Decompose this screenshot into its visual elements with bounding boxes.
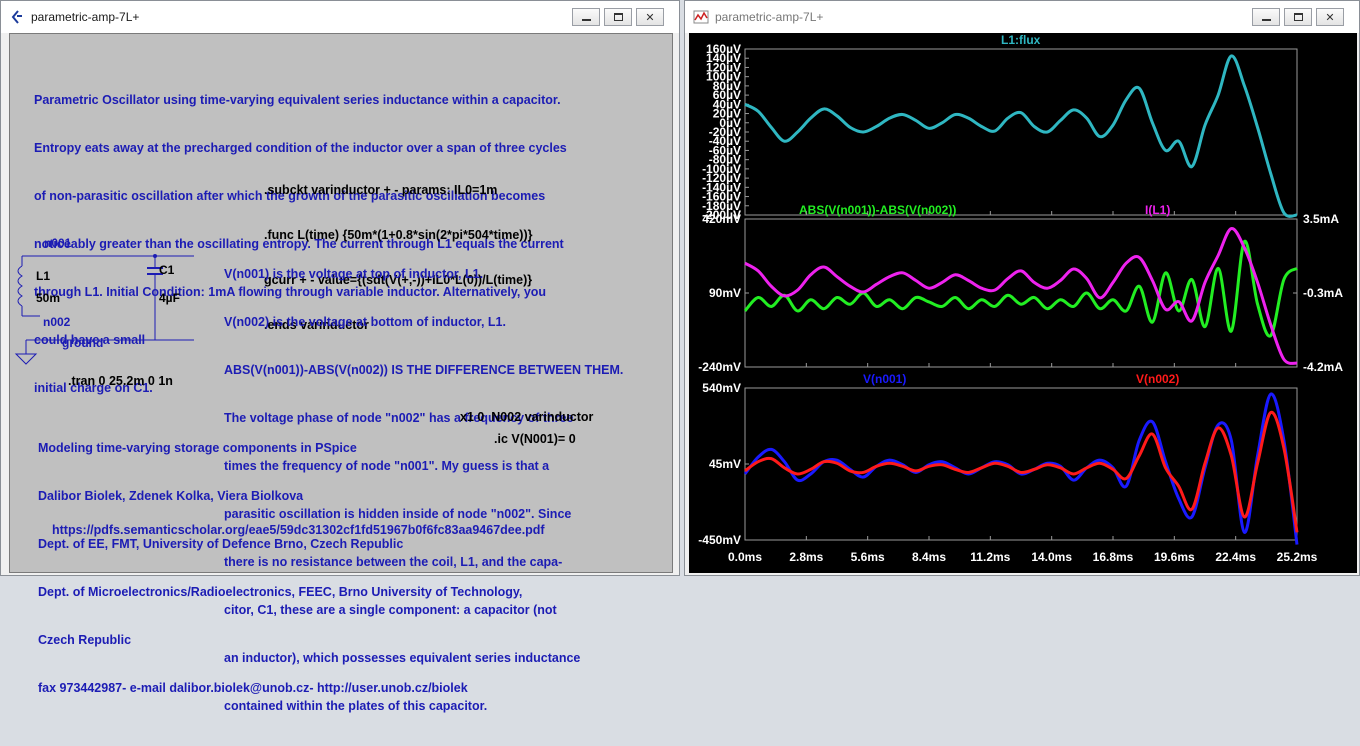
pane-2-frame[interactable]	[744, 218, 1298, 368]
capacitor-value[interactable]: 4µF	[159, 291, 180, 305]
pane-3-frame[interactable]	[744, 387, 1298, 541]
explanation-line: ABS(V(n001))-ABS(V(n002)) IS THE DIFFERE…	[224, 363, 624, 377]
pane-3-trace-1-label[interactable]: V(n001)	[863, 372, 906, 386]
x-tick-label: 16.8ms	[1093, 550, 1134, 564]
x-tick-label: 22.4ms	[1215, 550, 1256, 564]
waveform-window: parametric-amp-7L+ ✕ L1:flux ABS(V(n001)…	[684, 0, 1360, 576]
y-tick-label: 420mV	[702, 212, 741, 226]
paper-url: https://pdfs.semanticscholar.org/eae5/59…	[52, 523, 545, 537]
x-tick-label: 0.0ms	[728, 550, 762, 564]
minimize-icon	[1261, 18, 1271, 21]
x-tick-label: 5.6ms	[851, 550, 885, 564]
waveform-window-controls: ✕	[1252, 8, 1344, 26]
credits-line: Dalibor Biolek, Zdenek Kolka, Viera Biol…	[38, 489, 304, 503]
junction-dot	[153, 254, 157, 258]
y-tick-label: 3.5mA	[1303, 212, 1339, 226]
schematic-title: parametric-amp-7L+	[31, 10, 140, 24]
restore-icon	[1293, 13, 1303, 21]
x-tick-label: 11.2ms	[970, 550, 1010, 564]
inductor-name[interactable]: L1	[36, 269, 50, 283]
schematic-titlebar[interactable]: parametric-amp-7L+ ✕	[1, 1, 679, 33]
label-ground[interactable]: ground	[62, 336, 103, 350]
waveform-plot[interactable]: L1:flux ABS(V(n001))-ABS(V(n002)) I(L1) …	[689, 33, 1357, 573]
y-tick-label: -0.3mA	[1303, 286, 1343, 300]
waveform-canvas[interactable]: L1:flux ABS(V(n001))-ABS(V(n002)) I(L1) …	[689, 33, 1357, 573]
y-tick-label: 540mV	[702, 381, 741, 395]
ground-icon[interactable]	[14, 353, 38, 365]
close-button[interactable]: ✕	[636, 8, 664, 26]
y-tick-label: -450mV	[698, 533, 741, 547]
description-line: Parametric Oscillator using time-varying…	[34, 93, 561, 107]
maximize-button[interactable]	[1284, 8, 1312, 26]
trace-l1-flux[interactable]	[744, 54, 1298, 218]
circuit-diagram[interactable]: n001 n002 ground L1 50m C1 4µF	[10, 230, 230, 380]
inductor-value[interactable]: 50m	[36, 291, 60, 305]
ltspice-schematic-icon	[11, 10, 22, 24]
x-tick-label: 19.6ms	[1154, 550, 1195, 564]
maximize-button[interactable]	[604, 8, 632, 26]
tran-directive[interactable]: .tran 0 25.2m 0 1n	[68, 374, 173, 389]
capacitor-name[interactable]: C1	[159, 263, 175, 277]
ic-directive[interactable]: .ic V(N001)= 0	[494, 432, 576, 447]
subckt-line: .subckt varinductor + - params: IL0=1m	[264, 183, 498, 197]
credits-line: fax 973442987- e-mail dalibor.biolek@uno…	[38, 681, 468, 695]
credits-line: Czech Republic	[38, 633, 132, 647]
y-tick-label: 90mV	[709, 286, 741, 300]
credits-text: Modeling time-varying storage components…	[38, 408, 522, 728]
close-icon: ✕	[645, 11, 655, 24]
close-button[interactable]: ✕	[1316, 8, 1344, 26]
x-tick-label: 8.4ms	[912, 550, 946, 564]
waveform-title: parametric-amp-7L+	[715, 10, 824, 24]
pane-3-trace-2-label[interactable]: V(n002)	[1136, 372, 1179, 386]
trace-v-n002[interactable]	[744, 411, 1299, 533]
y-tick-label: -4.2mA	[1303, 360, 1343, 374]
x-tick-label: 25.2ms	[1277, 550, 1318, 564]
credits-line: Modeling time-varying storage components…	[38, 441, 357, 455]
waveform-titlebar[interactable]: parametric-amp-7L+ ✕	[685, 1, 1359, 33]
close-icon: ✕	[1325, 11, 1335, 24]
schematic-window-controls: ✕	[572, 8, 664, 26]
label-n002[interactable]: n002	[43, 315, 71, 329]
label-n001[interactable]: n001	[44, 236, 72, 250]
inductor-l1-symbol[interactable]	[17, 265, 23, 307]
explanation-line: V(n002) is the voltage at bottom of indu…	[224, 315, 506, 329]
credits-line: Dept. of Microelectronics/Radioelectroni…	[38, 585, 523, 599]
explanation-line: V(n001) is the voltage at top of inducto…	[224, 267, 484, 281]
trace-abs-diff[interactable]	[743, 239, 1298, 338]
x-tick-label: 14.0ms	[1031, 550, 1072, 564]
subckt-instance-x1[interactable]: x1 0 N002 varinductor	[460, 410, 593, 425]
credits-line: Dept. of EE, FMT, University of Defence …	[38, 537, 404, 551]
pane-1-trace-label[interactable]: L1:flux	[1001, 33, 1041, 47]
trace-v-n001[interactable]	[743, 392, 1299, 545]
y-tick-label: -240mV	[698, 360, 741, 374]
schematic-canvas[interactable]: Parametric Oscillator using time-varying…	[9, 33, 673, 713]
x-tick-label: 2.8ms	[789, 550, 823, 564]
minimize-button[interactable]	[1252, 8, 1280, 26]
waveform-viewer-icon	[693, 10, 709, 24]
minimize-icon	[581, 18, 591, 21]
trace-i-l1[interactable]	[744, 227, 1298, 365]
pane-2-trace-2-label[interactable]: I(L1)	[1145, 203, 1170, 217]
pane-1-frame[interactable]	[744, 48, 1298, 216]
schematic-window: parametric-amp-7L+ ✕ Parametric Oscillat…	[0, 0, 680, 713]
y-tick-label: 45mV	[709, 457, 741, 471]
restore-icon	[613, 13, 623, 21]
minimize-button[interactable]	[572, 8, 600, 26]
pane-2-trace-1-label[interactable]: ABS(V(n001))-ABS(V(n002))	[799, 203, 956, 217]
